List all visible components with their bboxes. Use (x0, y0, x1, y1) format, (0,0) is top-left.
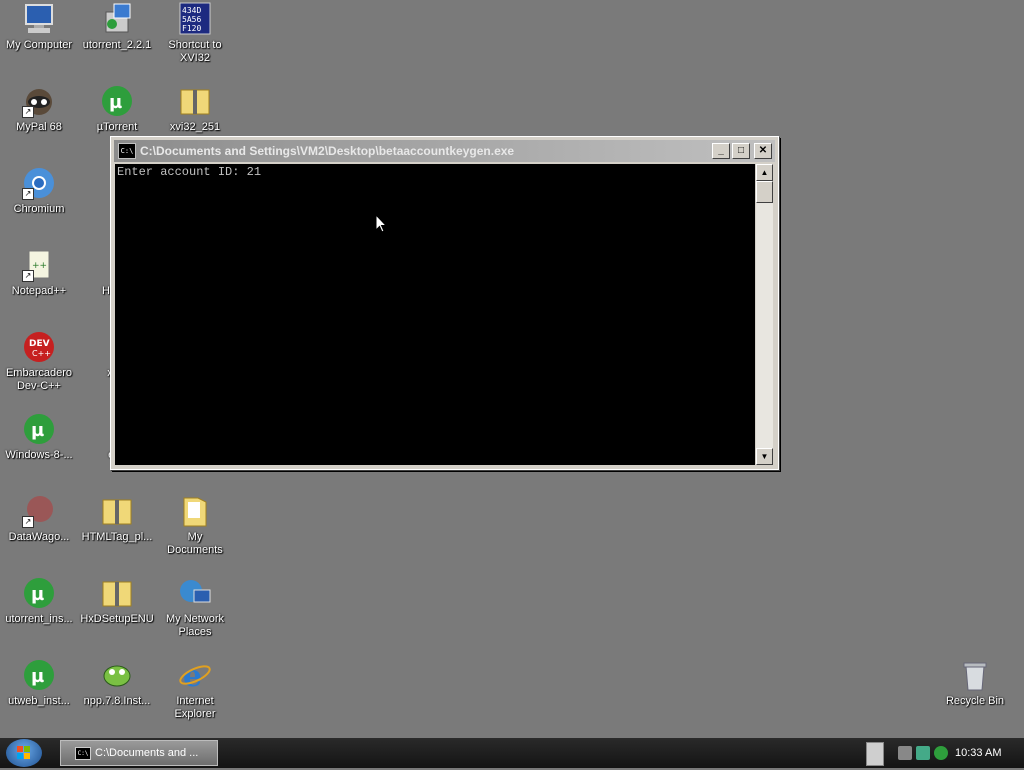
shortcut-arrow-icon: ↗ (22, 188, 34, 200)
my-computer-icon (22, 2, 56, 36)
scroll-thumb[interactable] (756, 181, 773, 203)
svg-text:++: ++ (32, 261, 47, 271)
desktop-icon-hxd-setup[interactable]: HxDSetupENU (78, 576, 156, 626)
scroll-down-button[interactable]: ▼ (756, 448, 773, 465)
npp-installer-icon (100, 658, 134, 692)
utorrent-icon: µ (100, 84, 134, 118)
shortcut-arrow-icon: ↗ (22, 270, 34, 282)
desktop-icon-utweb-installer[interactable]: µ utweb_inst... (0, 658, 78, 708)
start-button[interactable] (6, 739, 42, 767)
console-app-icon[interactable]: C:\ (118, 143, 136, 159)
svg-text:µ: µ (31, 666, 44, 687)
taskbar-item-console[interactable]: C:\ C:\Documents and ... (60, 740, 218, 766)
hex-editor-icon: 434D 5A56 F120 (178, 2, 212, 36)
desktop-icon-npp-installer[interactable]: npp.7.8.Inst... (78, 658, 156, 708)
zip-folder-icon (100, 576, 134, 610)
svg-text:µ: µ (109, 92, 122, 113)
zip-folder-icon (178, 84, 212, 118)
console-output-text: Enter account ID: 21 (117, 165, 262, 179)
desktop-icon-my-computer[interactable]: My Computer (0, 2, 78, 52)
svg-text:F120: F120 (182, 24, 201, 33)
desktop-icon-dev-cpp[interactable]: DEV C++ Embarcadero Dev-C++ (0, 330, 78, 393)
desktop-icon-htmltag[interactable]: HTMLTag_pl... (78, 494, 156, 544)
svg-text:DEV: DEV (29, 339, 50, 349)
console-output-area[interactable]: Enter account ID: 21 (115, 164, 755, 465)
chromium-icon: ↗ (22, 166, 56, 200)
desktop-icon-my-network-places[interactable]: My Network Places (156, 576, 234, 639)
installer-icon (100, 2, 134, 36)
desktop-icon-chromium[interactable]: ↗ Chromium (0, 166, 78, 216)
console-window[interactable]: C:\ C:\Documents and Settings\VM2\Deskto… (110, 136, 779, 470)
desktop-icon-xvi32-zip[interactable]: xvi32_251 (156, 84, 234, 134)
desktop-icon-datawago[interactable]: ↗ DataWago... (0, 494, 78, 544)
scroll-up-button[interactable]: ▲ (756, 164, 773, 181)
desktop-icon-recycle-bin[interactable]: Recycle Bin (936, 658, 1014, 708)
svg-text:µ: µ (31, 420, 44, 441)
close-button[interactable]: ✕ (754, 143, 772, 159)
raccoon-icon: ↗ (22, 84, 56, 118)
shortcut-arrow-icon: ↗ (22, 106, 34, 118)
clock[interactable]: 10:33 AM (955, 747, 1001, 759)
svg-text:434D: 434D (182, 6, 201, 15)
utorrent-tray-icon[interactable] (934, 746, 948, 760)
desktop-icon-my-documents[interactable]: My Documents (156, 494, 234, 557)
utorrent-icon: µ (22, 658, 56, 692)
desktop-icon-notepad-plus-plus[interactable]: ++ ↗ Notepad++ (0, 248, 78, 298)
mouse-pointer-icon (375, 214, 387, 233)
speaker-icon[interactable] (898, 746, 912, 760)
network-places-icon (178, 576, 212, 610)
keyboard-icon[interactable] (866, 742, 884, 766)
console-app-icon: C:\ (75, 746, 91, 760)
utorrent-icon: µ (22, 576, 56, 610)
dev-cpp-icon: DEV C++ (22, 330, 56, 364)
svg-text:µ: µ (31, 584, 44, 605)
desktop-icon-mypal[interactable]: ↗ MyPal 68 (0, 84, 78, 134)
shortcut-arrow-icon: ↗ (22, 516, 34, 528)
svg-text:C++: C++ (32, 349, 51, 358)
my-documents-icon (178, 494, 212, 528)
windows-logo-icon (17, 746, 30, 759)
title-bar[interactable]: C:\ C:\Documents and Settings\VM2\Deskto… (114, 140, 775, 162)
desktop-icon-utorrent-setup[interactable]: utorrent_2.2.1 (78, 2, 156, 52)
minimize-button[interactable]: _ (712, 143, 730, 159)
app-icon: ↗ (22, 494, 56, 528)
taskbar: C:\ C:\Documents and ... 10:33 AM (0, 738, 1024, 768)
svg-text:5A56: 5A56 (182, 15, 201, 24)
maximize-button[interactable]: □ (732, 143, 750, 159)
utorrent-icon: µ (22, 412, 56, 446)
desktop-icon-utorrent[interactable]: µ µTorrent (78, 84, 156, 134)
recycle-bin-icon (958, 658, 992, 692)
system-tray: 10:33 AM (898, 740, 1024, 766)
zip-folder-icon (100, 494, 134, 528)
desktop-icon-internet-explorer[interactable]: e Internet Explorer (156, 658, 234, 721)
svg-text:e: e (183, 659, 202, 692)
vertical-scrollbar[interactable]: ▲ ▼ (756, 164, 773, 465)
internet-explorer-icon: e (178, 658, 212, 694)
desktop-icon-xvi32-shortcut[interactable]: 434D 5A56 F120 Shortcut to XVI32 (156, 2, 234, 65)
desktop-icon-utorrent-installer[interactable]: µ utorrent_ins... (0, 576, 78, 626)
network-icon[interactable] (916, 746, 930, 760)
notepad-plus-plus-icon: ++ ↗ (22, 248, 56, 282)
taskbar-item-label: C:\Documents and ... (95, 747, 199, 759)
desktop-icon-windows-8[interactable]: µ Windows-8-... (0, 412, 78, 462)
window-title: C:\Documents and Settings\VM2\Desktop\be… (140, 144, 515, 158)
